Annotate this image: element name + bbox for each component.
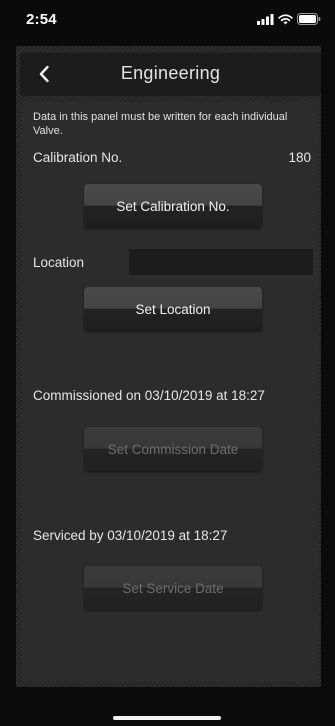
- cellular-signal-icon: [257, 13, 274, 25]
- engineering-panel: Data in this panel must be written for e…: [22, 102, 319, 682]
- serviced-text: Serviced by 03/10/2019 at 18:27: [33, 528, 228, 543]
- wifi-icon: [278, 13, 293, 24]
- nav-bar: Engineering: [20, 52, 321, 96]
- set-location-button[interactable]: Set Location: [84, 287, 262, 331]
- status-time: 2:54: [26, 11, 57, 28]
- location-label: Location: [33, 255, 85, 270]
- set-calibration-button[interactable]: Set Calibration No.: [84, 184, 262, 228]
- calibration-label: Calibration No.: [33, 150, 123, 165]
- page-title: Engineering: [120, 63, 221, 83]
- location-input[interactable]: [129, 249, 313, 275]
- set-service-date-button[interactable]: Set Service Date: [84, 566, 262, 610]
- battery-icon: [297, 13, 321, 25]
- chevron-left-icon: [39, 65, 49, 83]
- panel-note: Data in this panel must be written for e…: [33, 111, 288, 137]
- commissioned-text: Commissioned on 03/10/2019 at 18:27: [33, 388, 265, 403]
- status-bar: 2:54: [0, 0, 335, 44]
- calibration-value: 180: [288, 150, 311, 165]
- set-commission-date-button[interactable]: Set Commission Date: [84, 427, 262, 471]
- status-icons: [257, 13, 321, 25]
- back-button[interactable]: [28, 58, 60, 90]
- home-indicator[interactable]: [113, 716, 221, 720]
